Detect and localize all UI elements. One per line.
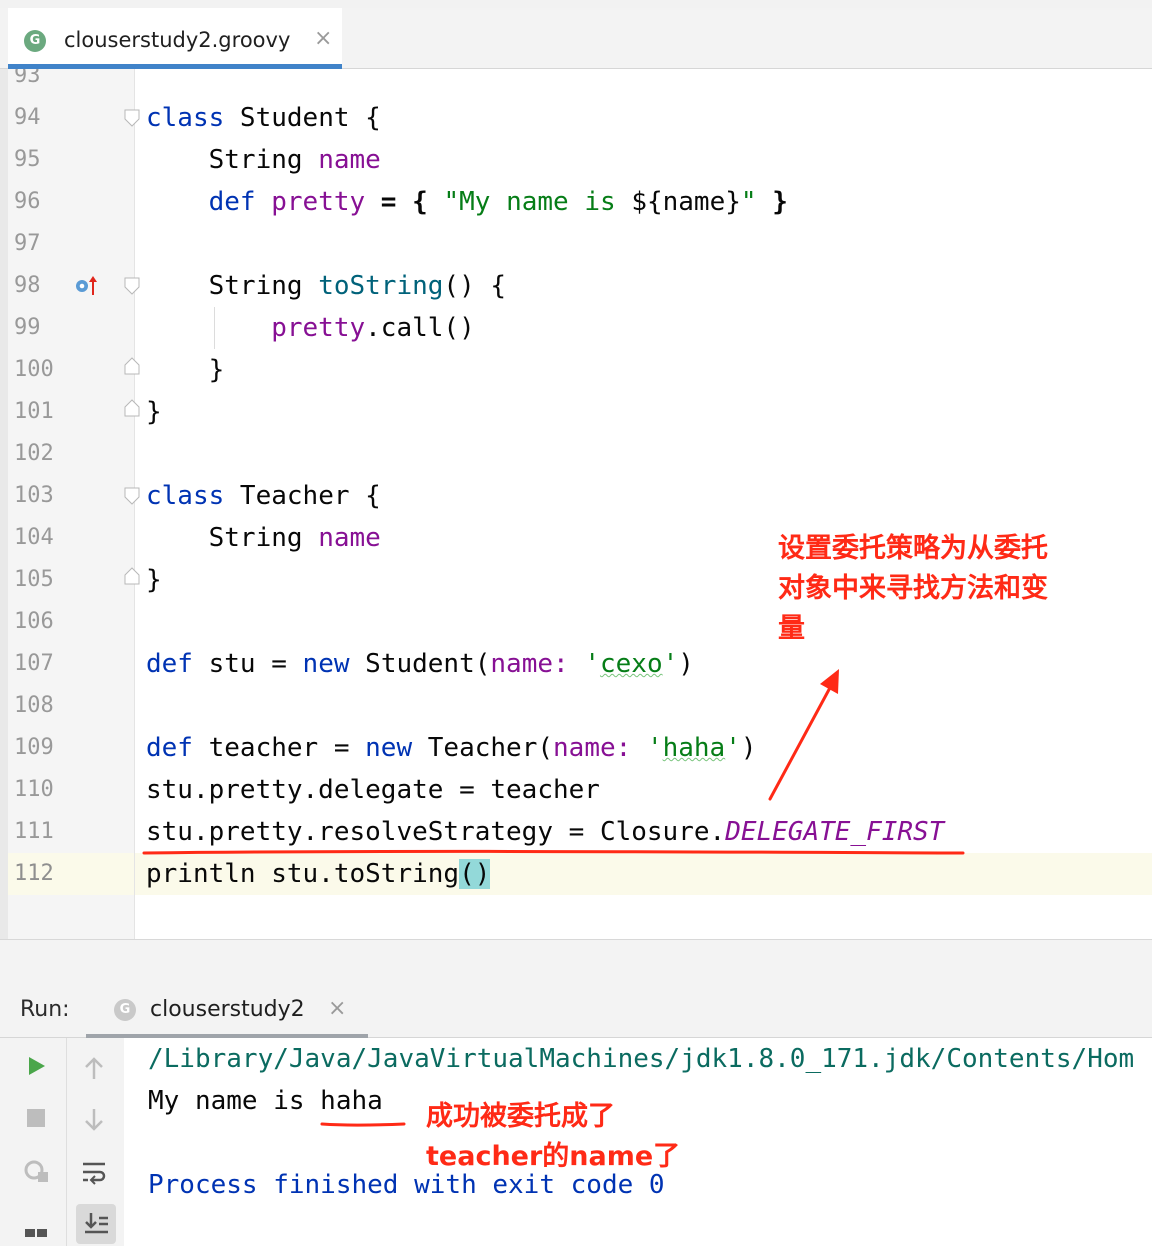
line-number: 101 [14,399,54,424]
run-toolbar [0,1038,124,1246]
editor-tab-label: clouserstudy2.groovy [64,28,291,52]
code-line-98: String toString() { [146,271,507,301]
line-number: 106 [14,609,54,634]
editor-tab-clouserstudy2[interactable]: G clouserstudy2.groovy × [8,8,342,69]
code-line-103: class Teacher { [146,481,381,511]
close-icon[interactable]: × [314,26,332,51]
fold-marker[interactable] [124,277,140,295]
code-line-112: println stu.toString() [146,859,491,889]
scroll-to-end-icon[interactable] [76,1204,116,1244]
line-number: 110 [14,777,54,802]
line-number: 100 [14,357,54,382]
annotation-delegate-strategy-line1: 设置委托策略为从委托 [778,533,1048,564]
code-line-105: } [146,565,162,595]
code-line-99: pretty.call() [146,313,475,343]
line-number: 97 [14,231,41,256]
stop-icon[interactable] [18,1100,54,1136]
fold-marker[interactable] [124,357,140,375]
panel-splitter[interactable] [0,939,1152,984]
line-number: 98 [14,273,41,298]
fold-marker[interactable] [124,109,140,127]
line-number: 104 [14,525,54,550]
code-line-104: String name [146,523,381,553]
line-number: 107 [14,651,54,676]
editor-tab-bar: G clouserstudy2.groovy × [0,8,1152,69]
debug-settings-icon[interactable] [18,1152,54,1188]
line-number: 112 [14,861,54,886]
code-line-111: stu.pretty.resolveStrategy = Closure.DEL… [146,817,945,847]
line-number: 102 [14,441,54,466]
scroll-down-icon[interactable] [76,1102,112,1138]
code-line-101: } [146,397,162,427]
line-number: 96 [14,189,41,214]
override-method-icon[interactable] [74,274,100,298]
annotation-delegate-strategy-line3: 量 [778,613,805,644]
code-editor[interactable]: 93 94 95 96 97 98 99 100 101 102 103 104 105 106 107 10… [0,69,1152,939]
layout-icon[interactable] [18,1208,54,1244]
run-tab-label: clouserstudy2 [150,997,305,1022]
code-line-107: def stu = new Student(name: 'cexo') [146,649,694,679]
code-line-100: } [146,355,225,385]
annotation-delegate-strategy-line2: 对象中来寻找方法和变 [778,573,1048,604]
line-number: 109 [14,735,54,760]
code-line-96: def pretty = { "My name is ${name}" } [146,187,788,217]
breadcrumb [0,0,1152,8]
line-number: 94 [14,105,41,130]
toolbar-separator [66,1038,67,1246]
fold-marker[interactable] [124,399,140,417]
soft-wrap-icon[interactable] [76,1154,112,1190]
groovy-file-icon: G [114,999,136,1021]
line-number: 111 [14,819,54,844]
fold-marker[interactable] [124,567,140,585]
console-java-path: /Library/Java/JavaVirtualMachines/jdk1.8… [148,1044,1135,1074]
run-icon[interactable] [18,1048,54,1084]
run-panel-header: Run: G clouserstudy2 × [0,983,1152,1038]
line-number: 99 [14,315,41,340]
run-label: Run: [20,997,70,1022]
code-line-110: stu.pretty.delegate = teacher [146,775,600,805]
line-number: 105 [14,567,54,592]
line-number: 103 [14,483,54,508]
gutter-strip [0,69,8,939]
code-line-95: String name [146,145,381,175]
fold-marker[interactable] [124,487,140,505]
groovy-file-icon: G [24,30,46,52]
line-number: 108 [14,693,54,718]
annotation-delegate-success-line1: 成功被委托成了 [426,1101,615,1132]
scroll-up-icon[interactable] [76,1050,112,1086]
line-number: 93 [14,69,41,88]
line-number: 95 [14,147,41,172]
code-line-94: class Student { [146,103,381,133]
console-output-line: My name is haha [148,1086,383,1116]
annotation-delegate-success-line2: teacher的name了 [426,1141,681,1172]
close-icon[interactable]: × [328,996,346,1021]
code-line-109: def teacher = new Teacher(name: 'haha') [146,733,757,763]
run-tab-clouserstudy2[interactable]: G clouserstudy2 × [86,983,368,1038]
